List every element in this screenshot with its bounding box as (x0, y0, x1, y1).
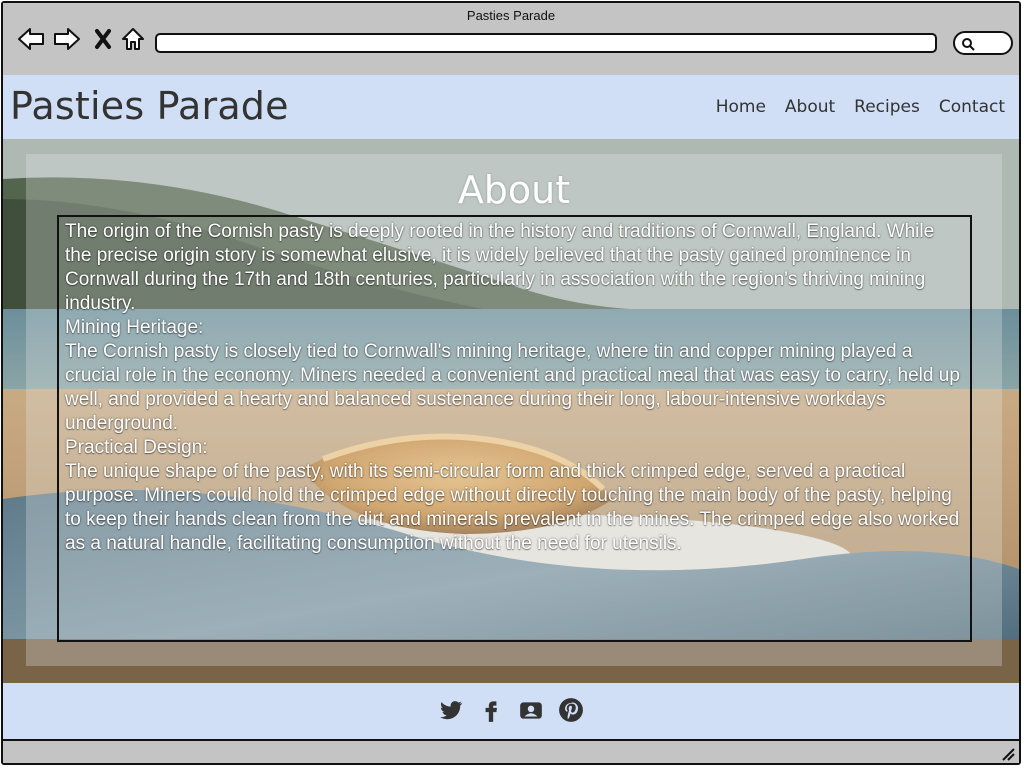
site-title[interactable]: Pasties Parade (10, 84, 289, 128)
about-heading: About (457, 168, 571, 212)
window-title: Pasties Parade (466, 8, 556, 23)
stop-icon[interactable] (89, 25, 117, 53)
about-paragraph: The Cornish pasty is closely tied to Cor… (65, 341, 960, 434)
browser-statusbar (3, 739, 1019, 763)
nav-contact[interactable]: Contact (939, 97, 1005, 117)
section-heading-mining: Mining Heritage: (65, 317, 204, 338)
site-header: Pasties Parade Home About Recipes Contac… (3, 75, 1019, 139)
forward-arrow-icon[interactable] (53, 25, 81, 53)
nav-about[interactable]: About (785, 97, 835, 117)
site-footer (3, 683, 1019, 741)
browser-toolbar: Pasties Parade (3, 3, 1019, 77)
about-paragraph: The origin of the Cornish pasty is deepl… (65, 221, 935, 314)
about-hero: About The origin of the Cornish pasty is… (3, 139, 1019, 683)
resize-grip-icon[interactable] (999, 745, 1015, 761)
main-nav: Home About Recipes Contact (716, 97, 1005, 117)
address-bar[interactable] (155, 33, 937, 53)
meetup-icon[interactable] (518, 697, 544, 723)
browser-search-field[interactable] (953, 31, 1013, 55)
facebook-icon[interactable] (478, 697, 504, 723)
back-arrow-icon[interactable] (17, 25, 45, 53)
about-paragraph: The unique shape of the pasty, with its … (65, 461, 960, 554)
section-heading-design: Practical Design: (65, 437, 208, 458)
social-links (3, 697, 1019, 723)
page-viewport: Pasties Parade Home About Recipes Contac… (3, 75, 1019, 741)
nav-recipes[interactable]: Recipes (854, 97, 920, 117)
search-icon (962, 38, 975, 51)
about-panel: About The origin of the Cornish pasty is… (26, 154, 1002, 666)
home-icon[interactable] (119, 25, 147, 53)
twitter-icon[interactable] (438, 697, 464, 723)
pinterest-icon[interactable] (558, 697, 584, 723)
about-content: The origin of the Cornish pasty is deepl… (57, 215, 972, 642)
nav-home[interactable]: Home (716, 97, 766, 117)
browser-window: Pasties Parade Pasties Parade Home About… (1, 1, 1021, 765)
